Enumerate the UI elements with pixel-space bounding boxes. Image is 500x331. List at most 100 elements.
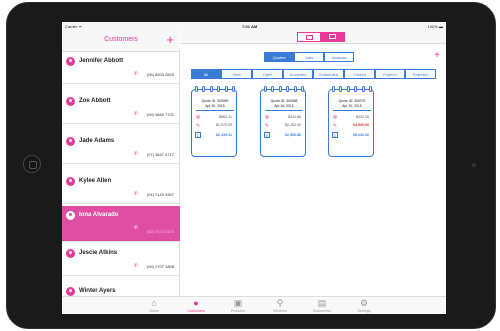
tab-label: Customers [187,309,205,313]
camera [472,163,476,167]
customers-title: Customers [104,36,138,43]
customer-name: Zoe Abbott [79,98,111,104]
sum-icon: Σ [264,132,270,138]
customer-list-header: Customers + [62,30,180,52]
quote-amount-labor: $344.86 [288,115,301,119]
tab-label: Home [149,309,159,313]
quote-date: Apr 30, 2015 [342,104,362,108]
customer-phone: (09) 9880 7721 [146,112,174,117]
quote-amount-materials: $2,252.00 [285,123,301,127]
quote-id: Quote ID: 300069 [201,99,229,103]
notepad-rings [332,86,372,92]
customer-name: Jennifer Abbott [79,58,124,64]
customer-row[interactable]: Kylee Allen ✆ (04) 7143 9307 [62,172,180,204]
tab-label: Services [273,309,287,313]
quote-total: $5,232.26 [353,133,369,137]
battery-indicator: 100% ▬ [427,24,443,29]
phone-icon: ✆ [133,151,138,157]
tab-label: Settings [357,309,371,313]
tab-settings[interactable]: ⚙ Settings [344,298,384,314]
filter-all[interactable]: All [191,69,221,79]
customer-row[interactable]: Jade Adams ✆ (07) 3847 0717 [62,132,180,164]
customer-row[interactable]: Jescie Atkins ✆ (09) 2707 1808 [62,244,180,276]
customer-row-selected[interactable]: Iona Alvarado ✆ (02) 7374 2374 [62,206,180,242]
customer-list-panel: Customers + Jennifer Abbott ✆ (05) 8203 … [62,30,180,314]
filter-scheduled[interactable]: Scheduled [313,69,344,79]
labor-icon: ⚒ [195,115,201,121]
tab-bar: ⌂ Home ● Customers ▣ Products ⚲ Services… [62,296,446,314]
quote-amount-materials: $1,570.00 [216,123,232,127]
home-button[interactable] [23,155,41,173]
person-icon [66,287,75,296]
customer-phone: (07) 3847 0717 [146,152,174,157]
documents-nav-bar [181,30,446,44]
quote-total: $2,596.86 [285,133,301,137]
quote-total: $2,439.31 [216,133,232,137]
tab-services[interactable]: ⚲ Services [260,298,300,314]
quote-card[interactable]: Quote ID: 300068 Apr 26, 2015 ⚒ $344.86 … [260,86,306,157]
customer-phone: (04) 7143 9307 [146,192,174,197]
quote-amount-materials: $4,900.00 [353,123,369,127]
customer-name: Iona Alvarado [79,212,119,218]
gear-icon: ⚙ [359,298,369,308]
sum-icon: Σ [195,132,201,138]
tab-products[interactable]: ▣ Products [218,298,258,314]
phone-icon: ✆ [133,71,138,77]
filter-expired[interactable]: Expired [375,69,405,79]
customer-row[interactable]: Zoe Abbott ✆ (09) 9880 7721 [62,92,180,124]
phone-icon: ✆ [133,225,138,231]
quote-id: Quote ID: 300076 [338,99,366,103]
segment-invoices[interactable]: Invoices [324,52,354,62]
phone-icon: ✆ [133,191,138,197]
filter-sent[interactable]: Sent [221,69,252,79]
filter-rejected[interactable]: Rejected [405,69,436,79]
tab-documents[interactable]: ▤ Documents [302,298,342,314]
quote-id: Quote ID: 300068 [270,99,298,103]
person-icon [66,211,75,220]
phone-icon: ✆ [133,263,138,269]
tab-customers[interactable]: ● Customers [176,298,216,314]
quote-date: Apr 30, 2015 [205,104,225,108]
person-icon [66,249,75,258]
materials-icon: ✎ [264,123,270,129]
materials-icon: ✎ [195,123,201,129]
tab-home[interactable]: ⌂ Home [134,298,174,314]
documents-panel: Quotes Jobs Invoices + All Sent Open Acc… [181,30,446,296]
customer-row[interactable]: Jennifer Abbott ✆ (05) 8203 2825 [62,52,180,84]
customer-phone: (05) 8203 2825 [146,72,174,77]
add-customer-button[interactable]: + [166,32,174,47]
segment-jobs[interactable]: Jobs [294,52,324,62]
person-icon [66,57,75,66]
add-document-button[interactable]: + [434,50,440,61]
quote-date: Apr 26, 2015 [274,104,294,108]
quote-card[interactable]: Quote ID: 300076 Apr 30, 2015 ⚒ $332.26 … [328,86,374,157]
grid-view-icon [329,34,336,39]
customer-name: Kylee Allen [79,178,112,184]
phone-icon: ✆ [133,111,138,117]
clock: 7:01 AM [242,24,258,29]
tab-label: Products [230,309,246,313]
person-icon [66,137,75,146]
customer-phone: (09) 2707 1808 [146,264,174,269]
tab-label: Documents [312,309,332,313]
wrench-icon: ⚲ [276,298,284,308]
view-toggle-list[interactable] [297,32,321,42]
quote-amount-labor: $869.31 [219,115,232,119]
segment-quotes[interactable]: Quotes [264,52,294,62]
customer-name: Jade Adams [79,138,115,144]
filter-accepted[interactable]: Accepted [283,69,313,79]
materials-icon: ✎ [332,123,338,129]
home-icon: ⌂ [151,298,157,308]
filter-open[interactable]: Open [252,69,283,79]
person-icon [66,177,75,186]
quote-amount-labor: $332.26 [356,115,369,119]
sum-icon: Σ [332,132,338,138]
filter-closed[interactable]: Closed [344,69,375,79]
app-screen: Carrier ᯤ 7:01 AM 100% ▬ Customers + Jen… [62,22,446,314]
status-bar: Carrier ᯤ 7:01 AM 100% ▬ [62,22,446,30]
person-icon [66,97,75,106]
quote-card[interactable]: Quote ID: 300069 Apr 30, 2015 ⚒ $869.31 … [191,86,237,157]
customer-phone: (02) 7374 2374 [146,229,174,234]
view-toggle-grid[interactable] [321,32,345,42]
notepad-rings [195,86,235,92]
